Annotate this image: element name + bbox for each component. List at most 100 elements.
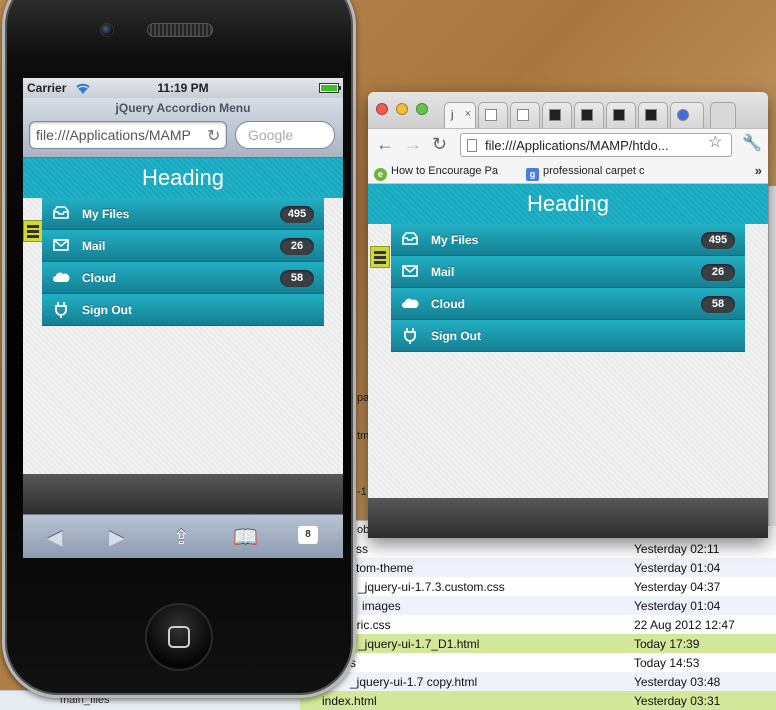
- page-footer: [23, 474, 343, 514]
- web-page: Heading My Files 495 Mail 26 Cloud 58 Si…: [23, 158, 343, 474]
- reload-icon[interactable]: ↻: [207, 126, 220, 146]
- bookmark-item[interactable]: g professional carpet c: [526, 165, 662, 181]
- finder-row[interactable]: _jquery-ui-1.7 copy.html Yesterday 03:48: [300, 672, 776, 691]
- minimize-window-button[interactable]: [396, 103, 408, 115]
- browser-tab[interactable]: [510, 102, 540, 128]
- file-date: Yesterday 03:31: [634, 693, 721, 708]
- plug-icon: [401, 328, 419, 344]
- tab-title: j: [451, 109, 454, 121]
- chrome-window: j × ← → ↻ file:///Applications/MAMP/htdo…: [368, 92, 768, 538]
- google-icon: g: [526, 168, 539, 181]
- back-arrow-icon[interactable]: ←: [376, 134, 394, 155]
- penguin-icon: [645, 109, 657, 121]
- safari-toolbar: ◀ ▶ ⇪ 📖 8: [23, 514, 343, 558]
- accordion-menu: My Files 495 Mail 26 Cloud 58 Sign Out: [391, 224, 745, 352]
- penguin-icon: [581, 109, 593, 121]
- grid-menu-icon[interactable]: [23, 220, 43, 242]
- file-date: 22 Aug 2012 12:47: [634, 617, 735, 632]
- speaker-grille: [147, 23, 213, 37]
- browser-tab[interactable]: [670, 102, 704, 128]
- plug-icon: [52, 302, 70, 318]
- close-window-button[interactable]: [376, 103, 388, 115]
- file-name: _jquery-ui-1.7_D1.html: [358, 636, 480, 651]
- browser-tab[interactable]: j ×: [444, 102, 476, 128]
- page-heading: Heading: [368, 184, 768, 224]
- file-date: Yesterday 02:11: [634, 541, 720, 556]
- file-name: index.html: [322, 693, 377, 708]
- bookmark-item[interactable]: e How to Encourage Pa: [374, 165, 524, 181]
- peek-text: -1: [357, 486, 367, 498]
- menu-label: Sign Out: [431, 329, 481, 343]
- zoom-window-button[interactable]: [416, 103, 428, 115]
- count-badge: 26: [701, 264, 735, 281]
- bookmarks-icon[interactable]: 📖: [233, 525, 258, 550]
- finder-row[interactable]: s Today 14:53: [300, 653, 776, 672]
- menu-item-sign-out[interactable]: Sign Out: [391, 320, 745, 352]
- file-date: Today 17:39: [634, 636, 700, 651]
- penguin-icon: [613, 109, 625, 121]
- inbox-icon: [401, 232, 419, 248]
- address-bar[interactable]: file:///Applications/MAMP/htdo...: [460, 133, 732, 157]
- wrench-icon[interactable]: 🔧: [742, 133, 762, 153]
- finder-file-list: css Yesterday 02:11 stom-theme Yesterday…: [300, 520, 776, 710]
- iphone-simulator: Carrier 11:19 PM jQuery Accordion Menu f…: [2, 0, 356, 698]
- iphone-screen: Carrier 11:19 PM jQuery Accordion Menu f…: [23, 78, 343, 558]
- site-icon: e: [374, 168, 387, 181]
- page-title: jQuery Accordion Menu: [115, 101, 251, 115]
- count-badge: 26: [280, 238, 314, 255]
- file-name: eric.css: [350, 617, 391, 632]
- menu-label: My Files: [82, 207, 130, 221]
- grid-menu-icon[interactable]: [370, 246, 390, 268]
- accordion-menu: My Files 495 Mail 26 Cloud 58 Sign Out: [42, 198, 324, 326]
- tabs-icon[interactable]: 8: [298, 526, 318, 544]
- browser-tab[interactable]: [478, 102, 508, 128]
- finder-row[interactable]: css Yesterday 02:11: [300, 539, 776, 558]
- menu-item-mail[interactable]: Mail 26: [391, 256, 745, 288]
- new-tab-button[interactable]: [710, 102, 736, 128]
- chrome-toolbar: ← → ↻ file:///Applications/MAMP/htdo... …: [368, 128, 768, 160]
- menu-label: Cloud: [82, 271, 116, 285]
- menu-label: Sign Out: [82, 303, 132, 317]
- browser-tab[interactable]: [574, 102, 604, 128]
- back-icon[interactable]: ◀: [47, 525, 62, 550]
- cloud-icon: [401, 296, 419, 312]
- home-button[interactable]: [145, 603, 213, 671]
- menu-item-my-files[interactable]: My Files 495: [391, 224, 745, 256]
- search-field[interactable]: Google: [235, 121, 335, 149]
- menu-item-cloud[interactable]: Cloud 58: [391, 288, 745, 320]
- mail-icon: [401, 264, 419, 280]
- menu-label: My Files: [431, 233, 479, 247]
- close-icon[interactable]: ×: [465, 108, 471, 120]
- finder-row[interactable]: _jquery-ui-1.7.3.custom.css Yesterday 04…: [300, 577, 776, 596]
- page-heading: Heading: [23, 158, 343, 198]
- bookmark-star-icon[interactable]: ☆: [708, 132, 722, 152]
- page-icon: [517, 109, 529, 121]
- forward-arrow-icon[interactable]: →: [404, 134, 422, 155]
- finder-row[interactable]: index.html Yesterday 03:31: [300, 691, 776, 710]
- finder-row[interactable]: images Yesterday 01:04: [300, 596, 776, 615]
- menu-item-cloud[interactable]: Cloud 58: [42, 262, 324, 294]
- menu-item-mail[interactable]: Mail 26: [42, 230, 324, 262]
- window-edge: [768, 186, 776, 526]
- finder-row[interactable]: stom-theme Yesterday 01:04: [300, 558, 776, 577]
- file-date: Yesterday 03:48: [634, 674, 721, 689]
- menu-item-sign-out[interactable]: Sign Out: [42, 294, 324, 326]
- bookmarks-bar: e How to Encourage Pa g professional carpe…: [368, 160, 768, 184]
- browser-tab[interactable]: [638, 102, 668, 128]
- browser-tab[interactable]: [542, 102, 572, 128]
- bookmark-label: professional carpet c: [543, 165, 645, 177]
- inbox-icon: [52, 206, 70, 222]
- share-icon[interactable]: ⇪: [173, 525, 190, 550]
- count-badge: 495: [701, 232, 735, 249]
- reload-icon[interactable]: ↻: [432, 134, 447, 155]
- url-field[interactable]: file:///Applications/MAMP: [29, 121, 227, 149]
- finder-row[interactable]: _jquery-ui-1.7_D1.html Today 17:39: [300, 634, 776, 653]
- bookmark-label: How to Encourage Pa: [391, 165, 499, 177]
- more-bookmarks-icon[interactable]: »: [755, 163, 762, 178]
- forward-icon[interactable]: ▶: [109, 525, 124, 550]
- status-bar: Carrier 11:19 PM: [23, 78, 343, 98]
- finder-row[interactable]: eric.css 22 Aug 2012 12:47: [300, 615, 776, 634]
- browser-tab[interactable]: [606, 102, 636, 128]
- safari-address-bar: jQuery Accordion Menu file:///Applicatio…: [23, 98, 343, 158]
- menu-item-my-files[interactable]: My Files 495: [42, 198, 324, 230]
